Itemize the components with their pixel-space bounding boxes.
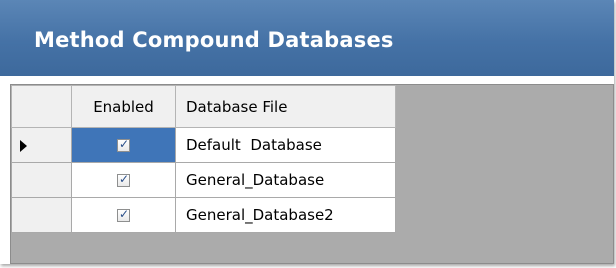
checkbox-checked-icon: ✓ xyxy=(119,207,130,221)
enabled-checkbox[interactable]: ✓ xyxy=(117,137,130,152)
row-indicator-arrow-icon xyxy=(20,139,27,152)
table-row[interactable]: ✓ General_Database2 xyxy=(11,197,396,233)
enabled-cell[interactable]: ✓ xyxy=(71,197,176,233)
panel-title: Method Compound Databases xyxy=(34,28,394,52)
column-header-enabled[interactable]: Enabled xyxy=(71,85,176,128)
checkbox-checked-icon: ✓ xyxy=(119,172,130,186)
database-file-cell[interactable]: General_Database2 xyxy=(175,197,396,233)
enabled-checkbox[interactable]: ✓ xyxy=(117,207,130,222)
database-file-cell[interactable]: General_Database xyxy=(175,162,396,198)
database-grid[interactable]: Enabled Database File ✓ Default Database xyxy=(10,84,614,264)
method-compound-databases-panel: Method Compound Databases Enabled Databa… xyxy=(0,0,614,264)
table-header-row: Enabled Database File xyxy=(11,85,396,128)
row-header[interactable] xyxy=(11,127,72,163)
grid-corner-cell[interactable] xyxy=(11,85,72,128)
table-row[interactable]: ✓ Default Database xyxy=(11,127,396,163)
enabled-cell[interactable]: ✓ xyxy=(71,162,176,198)
table-row[interactable]: ✓ General_Database xyxy=(11,162,396,198)
row-header[interactable] xyxy=(11,197,72,233)
panel-header: Method Compound Databases xyxy=(0,0,614,76)
database-table: Enabled Database File ✓ Default Database xyxy=(11,85,396,233)
database-file-cell[interactable]: Default Database xyxy=(175,127,396,163)
enabled-cell[interactable]: ✓ xyxy=(71,127,176,163)
row-header[interactable] xyxy=(11,162,72,198)
checkbox-checked-icon: ✓ xyxy=(119,137,130,151)
enabled-checkbox[interactable]: ✓ xyxy=(117,172,130,187)
column-header-database-file[interactable]: Database File xyxy=(175,85,396,128)
